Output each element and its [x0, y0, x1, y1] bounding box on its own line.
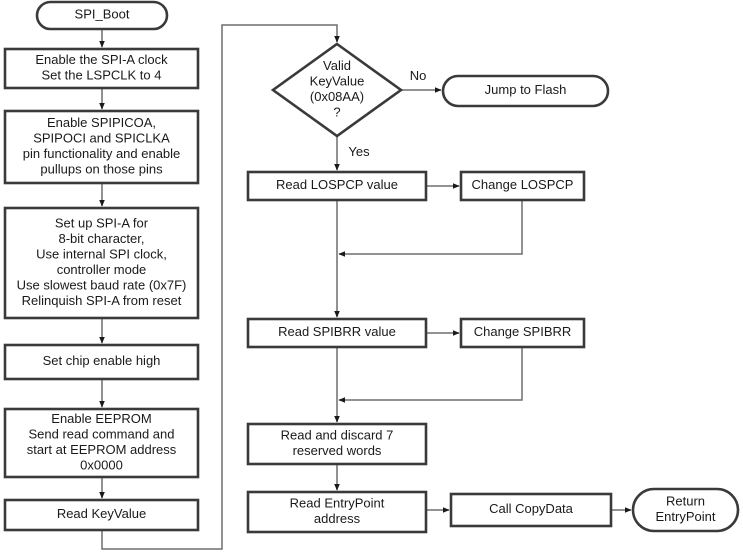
- node-spi_boot[interactable]: SPI_Boot: [35, 0, 169, 31]
- node-change_lospcp[interactable]: Change LOSPCP: [459, 170, 586, 202]
- node-read_spibrr[interactable]: Read SPIBRR value: [246, 317, 428, 349]
- node-label: SPI_Boot: [75, 7, 130, 22]
- connector-e-change-lospcp-back: [338, 200, 523, 257]
- edge-label-label_yes: Yes: [348, 144, 370, 159]
- node-read_discard[interactable]: Read and discard 7 reserved words: [246, 422, 428, 466]
- node-label: Enable the SPI-A clock Set the LSPCLK to …: [35, 52, 168, 83]
- node-label: Change LOSPCP: [472, 177, 574, 192]
- node-valid_keyvalue[interactable]: Valid KeyValue (0x08AA)?: [270, 42, 404, 138]
- node-call_copydata[interactable]: Call CopyData: [449, 492, 613, 528]
- node-setup_spi[interactable]: Set up SPI-A for 8-bit character, Use inte…: [3, 206, 200, 320]
- node-enable_clock[interactable]: Enable the SPI-A clock Set the LSPCLK to …: [3, 47, 200, 90]
- node-label: Jump to Flash: [485, 82, 567, 97]
- flowchart-canvas: SPI_Boot Enable the SPI-A clock Set the LS…: [0, 0, 743, 556]
- edge-label-label_no: No: [410, 68, 427, 83]
- node-label: Read KeyValue: [57, 506, 146, 521]
- nodes-layer: SPI_Boot Enable the SPI-A clock Set the LS…: [3, 0, 740, 534]
- node-jump_flash[interactable]: Jump to Flash: [441, 74, 610, 108]
- flowchart-svg: SPI_Boot Enable the SPI-A clock Set the LS…: [3, 0, 740, 550]
- node-label: Call CopyData: [489, 501, 574, 516]
- node-chip_enable[interactable]: Set chip enable high: [3, 343, 200, 381]
- node-read_keyvalue[interactable]: Read KeyValue: [3, 498, 200, 532]
- node-return_entrypoint[interactable]: Return EntryPoint: [631, 487, 740, 533]
- connector-e-change-spibrr-back: [338, 347, 523, 403]
- node-read_entrypoint[interactable]: Read EntryPoint address: [246, 490, 428, 534]
- node-change_spibrr[interactable]: Change SPIBRR: [459, 317, 586, 349]
- node-label: Read LOSPCP value: [276, 177, 398, 192]
- node-label: Read and discard 7 reserved words: [281, 428, 394, 459]
- node-label: Read SPIBRR value: [278, 324, 396, 339]
- node-label: Change SPIBRR: [474, 324, 572, 339]
- node-enable_pins[interactable]: Enable SPIPICOA, SPIPOCI and SPICLKA pin f…: [3, 109, 200, 185]
- node-enable_eeprom[interactable]: Enable EEPROM Send read command and start …: [3, 407, 200, 479]
- node-read_lospcp[interactable]: Read LOSPCP value: [246, 170, 428, 202]
- node-label: Set chip enable high: [43, 353, 161, 368]
